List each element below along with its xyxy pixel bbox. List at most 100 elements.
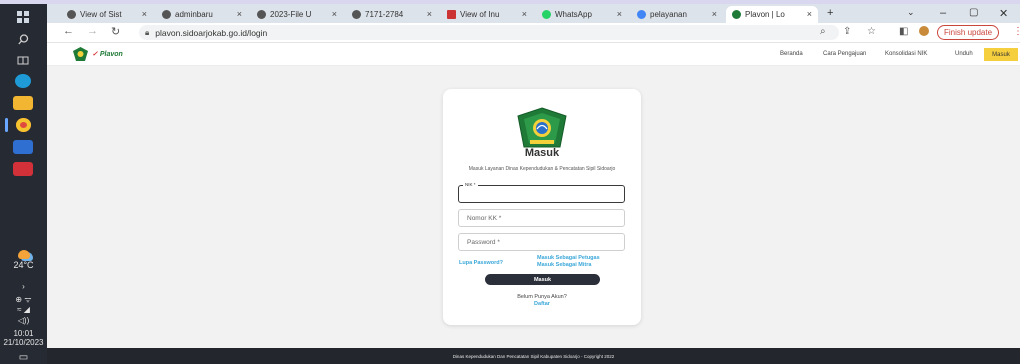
sidoarjo-seal-icon[interactable] [73, 47, 88, 61]
edge-icon[interactable] [15, 74, 31, 88]
url-text: plavon.sidoarjokab.go.id/login [155, 27, 268, 38]
file-explorer-icon[interactable] [13, 96, 33, 110]
reload-icon[interactable]: ↻ [111, 25, 120, 38]
volume-icon[interactable]: ◁)) [0, 316, 47, 325]
nav-unduh[interactable]: Unduh [955, 51, 973, 57]
start-icon[interactable] [14, 10, 32, 24]
close-icon[interactable]: × [332, 9, 337, 19]
plavon-favicon-icon [732, 10, 741, 19]
close-icon[interactable]: × [617, 9, 622, 19]
clock[interactable]: 10:01 21/10/2023 [0, 329, 47, 347]
profile-avatar-icon[interactable] [919, 26, 929, 39]
task-view-icon[interactable] [14, 53, 32, 67]
share-icon[interactable]: ⇪ [843, 26, 851, 37]
tab-whatsapp[interactable]: WhatsApp × [536, 6, 628, 23]
pdf-icon [447, 10, 456, 19]
mail-app-icon[interactable] [13, 162, 33, 176]
site-logo[interactable]: ✓ Plavon [92, 50, 123, 58]
tab-label: pelayanan [650, 10, 687, 19]
kk-input[interactable]: Nomor KK * [458, 209, 625, 227]
network-icons[interactable]: ⊕ ᯤ [0, 294, 47, 305]
tab-label: 2023-File U [270, 10, 312, 19]
nik-input[interactable] [458, 185, 625, 203]
login-title: Masuk [524, 147, 560, 159]
word-icon[interactable] [13, 140, 33, 154]
close-icon[interactable]: × [142, 9, 147, 19]
address-bar[interactable]: 🔒︎ plavon.sidoarjokab.go.id/login [139, 25, 839, 40]
wifi-icon[interactable]: ≈ ◢ [0, 305, 47, 314]
login-as-officer-link[interactable]: Masuk Sebagai Petugas [537, 255, 600, 261]
clock-time: 10:01 [13, 329, 34, 338]
kk-placeholder: Nomor KK * [467, 214, 502, 222]
tab-2023-file[interactable]: 2023-File U × [251, 6, 343, 23]
tab-view-of-sist[interactable]: View of Sist × [61, 6, 153, 23]
close-icon[interactable]: × [807, 9, 812, 19]
search-icon[interactable] [14, 32, 32, 46]
logo-mark-icon: ✓ [92, 51, 98, 58]
close-window-icon[interactable]: ✕ [999, 7, 1008, 20]
tab-label: View of Sist [80, 10, 122, 19]
chevron-down-icon[interactable]: ⌄ [907, 7, 915, 18]
more-menu-icon[interactable]: ⋮ [1013, 26, 1020, 37]
forgot-password-link[interactable]: Lupa Password? [459, 260, 503, 266]
weather-widget[interactable]: 24°C [0, 250, 47, 270]
globe-icon [352, 10, 361, 19]
sidepanel-icon[interactable]: ◧ [899, 26, 908, 37]
site-footer: Dinas Kependudukan Dan Pencatatan Sipil … [47, 348, 1020, 364]
nav-login-button[interactable]: Masuk [984, 48, 1018, 61]
restore-icon[interactable]: ▢ [969, 7, 978, 18]
back-arrow-icon[interactable]: ← [63, 25, 74, 37]
whatsapp-icon [542, 10, 551, 19]
nik-label: NIK * [463, 182, 478, 187]
browser-tab-bar: View of Sist × adminbaru × 2023-File U × 71… [47, 4, 1020, 23]
google-icon [637, 10, 646, 19]
forward-arrow-icon[interactable]: → [87, 25, 98, 37]
minimize-icon[interactable]: – [940, 7, 946, 19]
tab-7171[interactable]: 7171-2784 × [346, 6, 438, 23]
notification-icon[interactable]: ▭ [0, 352, 47, 363]
tab-label: View of Inu [460, 10, 500, 19]
tab-label: Plavon | Lo [745, 10, 785, 19]
zoom-icon[interactable]: ⌕ [820, 26, 826, 37]
tab-pelayanan[interactable]: pelayanan × [631, 6, 723, 23]
globe-icon [67, 10, 76, 19]
login-card: Masuk Masuk Layanan Dinas Kependudukan &… [443, 89, 641, 325]
password-placeholder: Password * [467, 238, 500, 246]
footer-text: Dinas Kependudukan Dan Pencatatan Sipil … [452, 353, 615, 359]
chrome-icon[interactable] [16, 118, 31, 132]
clock-date: 21/10/2023 [3, 338, 44, 347]
weather-icon [17, 250, 30, 259]
submit-login-button[interactable]: Masuk [485, 274, 600, 285]
active-indicator [5, 118, 8, 132]
lock-icon: 🔒︎ [145, 27, 150, 37]
nav-cara-pengajuan[interactable]: Cara Pengajuan [823, 51, 866, 57]
star-icon[interactable]: ☆ [867, 26, 876, 37]
tab-adminbaru[interactable]: adminbaru × [156, 6, 248, 23]
browser-toolbar: ← → ↻ 🔒︎ plavon.sidoarjokab.go.id/login … [47, 23, 1020, 43]
nav-konsolidasi-nik[interactable]: Konsolidasi NIK [885, 51, 927, 57]
windows-taskbar: 24°C › ⊕ ᯤ ≈ ◢ ◁)) 10:01 21/10/2023 ▭ [0, 4, 47, 364]
password-input[interactable]: Password * [458, 233, 625, 251]
login-subtitle: Masuk Layanan Dinas Kependudukan & Penca… [468, 166, 616, 172]
tab-label: adminbaru [175, 10, 213, 19]
tab-plavon[interactable]: Plavon | Lo × [726, 6, 818, 23]
logo-text: Plavon [99, 51, 123, 58]
tab-view-of-inu[interactable]: View of Inu × [441, 6, 533, 23]
close-icon[interactable]: × [522, 9, 527, 19]
register-link[interactable]: Daftar [443, 301, 641, 307]
site-header: ✓ Plavon Beranda Cara Pengajuan Konsolid… [47, 43, 1020, 66]
close-icon[interactable]: × [427, 9, 432, 19]
finish-update-button[interactable]: Finish update [937, 25, 1000, 40]
globe-icon [257, 10, 266, 19]
chevron-up-icon[interactable]: › [0, 282, 47, 291]
new-tab-button[interactable]: + [827, 7, 833, 19]
close-icon[interactable]: × [712, 9, 717, 19]
login-as-partner-link[interactable]: Masuk Sebagai Mitra [537, 262, 591, 268]
tab-label: WhatsApp [555, 10, 592, 19]
nav-beranda[interactable]: Beranda [780, 51, 803, 57]
tab-label: 7171-2784 [365, 10, 404, 19]
no-account-text: Belum Punya Akun? [517, 294, 567, 300]
sidoarjo-emblem-icon [517, 107, 567, 148]
close-icon[interactable]: × [237, 9, 242, 19]
weather-temp: 24°C [13, 260, 34, 270]
